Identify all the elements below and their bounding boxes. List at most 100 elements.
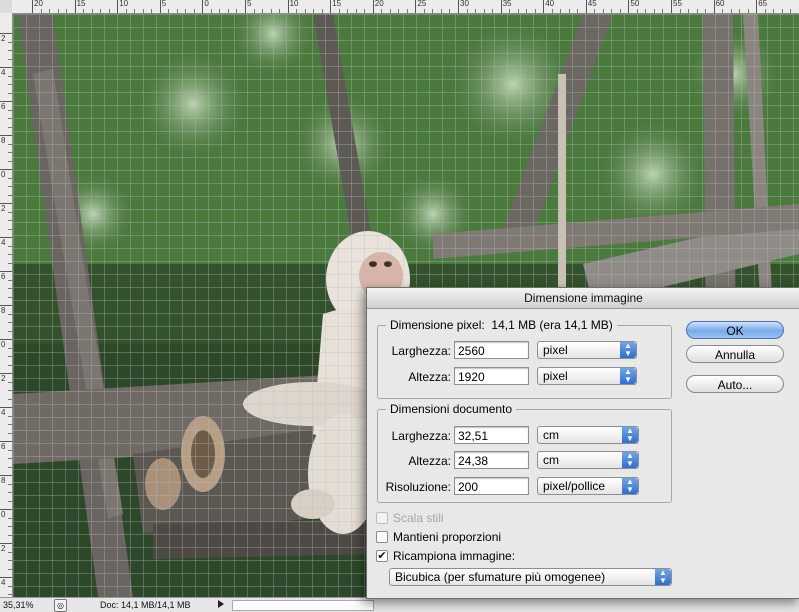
ruler-tick-label: 40: [545, 0, 555, 8]
ruler-minor-tick: [8, 228, 12, 230]
ruler-minor-tick: [568, 9, 570, 13]
pixel-width-label: Larghezza:: [391, 344, 451, 358]
ruler-tick-label: 45: [587, 0, 597, 8]
ruler-major-tick: [756, 0, 758, 13]
ruler-major-tick: [0, 101, 12, 102]
ruler-minor-tick: [338, 9, 340, 13]
ruler-major-tick: [0, 407, 12, 408]
ruler-minor-tick: [8, 160, 12, 162]
ruler-minor-tick: [611, 9, 613, 13]
ruler-tick-label: 65: [758, 0, 768, 8]
ruler-major-tick: [74, 0, 76, 13]
ok-button[interactable]: OK: [686, 321, 784, 339]
ruler-major-tick: [628, 0, 630, 13]
resample-method-select[interactable]: Bicubica (per sfumature più omogenee) ▲ ▼: [389, 568, 672, 586]
ruler-minor-tick: [8, 390, 12, 391]
ruler-minor-tick: [279, 9, 281, 13]
ruler-minor-tick: [8, 152, 12, 153]
doc-height-label: Altezza:: [408, 454, 451, 468]
constrain-proportions-checkbox[interactable]: [376, 531, 388, 543]
ruler-major-tick: [0, 237, 12, 238]
ruler-minor-tick: [304, 9, 306, 13]
resample-checkbox[interactable]: ✔: [376, 550, 388, 562]
ruler-minor-tick: [773, 9, 775, 13]
ruler-minor-tick: [193, 9, 195, 13]
ruler-minor-tick: [321, 9, 323, 13]
auto-button[interactable]: Auto...: [686, 375, 784, 393]
ruler-minor-tick: [8, 262, 12, 264]
ruler-tick-label: 15: [332, 0, 342, 8]
ruler-minor-tick: [662, 9, 664, 13]
ruler-major-tick: [543, 0, 545, 13]
ruler-minor-tick: [440, 9, 442, 13]
ruler-minor-tick: [57, 9, 59, 13]
horizontal-scrollbar[interactable]: [232, 600, 374, 611]
scale-styles-checkbox[interactable]: [376, 512, 388, 524]
ruler-minor-tick: [8, 585, 12, 587]
ruler-major-tick: [0, 441, 12, 442]
ruler-minor-tick: [66, 9, 68, 13]
ruler-minor-tick: [8, 143, 12, 145]
ruler-tick-label: 20: [34, 0, 43, 8]
resolution-unit-select[interactable]: pixel/pollice ▲ ▼: [537, 477, 639, 495]
horizontal-ruler: 20 15 10 5 0 5 10 15 20 25 30 35 40 45 50 55 60 65: [12, 0, 799, 14]
ruler-major-tick: [117, 0, 119, 13]
pixel-height-unit-select[interactable]: pixel ▲ ▼: [537, 367, 637, 385]
ruler-major-tick: [287, 0, 289, 13]
ruler-minor-tick: [8, 551, 12, 553]
doc-height-input[interactable]: 24,38: [454, 451, 529, 469]
zoom-level[interactable]: 35,31%: [3, 600, 34, 610]
ruler-minor-tick: [8, 500, 12, 502]
ruler-minor-tick: [8, 364, 12, 366]
resolution-input[interactable]: 200: [454, 477, 529, 495]
dialog-title: Dimensione immagine: [367, 288, 799, 309]
ruler-minor-tick: [619, 9, 621, 13]
ruler-minor-tick: [313, 9, 315, 13]
ruler-minor-tick: [8, 356, 12, 357]
pixel-dimensions-group: Dimensione pixel: 14,1 MB (era 14,1 MB): [377, 318, 672, 399]
ruler-tick-label: 35: [502, 0, 512, 8]
ruler-major-tick: [372, 0, 374, 13]
ruler-major-tick: [32, 0, 33, 13]
pixel-width-input[interactable]: 2560: [454, 341, 529, 359]
ruler-minor-tick: [381, 9, 383, 13]
ruler-major-tick: [0, 475, 12, 476]
ruler-minor-tick: [49, 9, 51, 13]
doc-width-input[interactable]: 32,51: [454, 426, 529, 444]
select-arrows-icon: ▲ ▼: [622, 452, 638, 468]
doc-height-unit-select[interactable]: cm ▲ ▼: [537, 451, 639, 469]
ruler-minor-tick: [8, 220, 12, 221]
ruler-major-tick: [0, 169, 12, 170]
ruler-major-tick: [713, 0, 715, 13]
ruler-minor-tick: [8, 347, 12, 349]
ruler-minor-tick: [8, 560, 12, 561]
status-menu-arrow-icon[interactable]: [218, 600, 224, 608]
ruler-minor-tick: [8, 330, 12, 332]
ruler-major-tick: [0, 305, 12, 306]
ruler-minor-tick: [8, 424, 12, 425]
pixel-height-input[interactable]: 1920: [454, 367, 529, 385]
ruler-minor-tick: [8, 398, 12, 400]
ruler-minor-tick: [517, 9, 519, 13]
ruler-major-tick: [415, 0, 417, 13]
document-info-icon[interactable]: ◎: [54, 599, 67, 612]
constrain-proportions-label: Mantieni proporzioni: [393, 530, 502, 544]
ruler-minor-tick: [8, 432, 12, 434]
ruler-minor-tick: [679, 9, 681, 13]
ruler-tick-label: 0: [204, 0, 209, 8]
ruler-minor-tick: [8, 483, 12, 485]
select-arrows-icon: ▲ ▼: [655, 569, 671, 585]
ruler-minor-tick: [636, 9, 638, 13]
doc-width-unit-select[interactable]: cm ▲ ▼: [537, 426, 639, 444]
pixel-width-unit-select[interactable]: pixel ▲ ▼: [537, 341, 637, 359]
ruler-minor-tick: [577, 9, 579, 13]
cancel-button[interactable]: Annulla: [686, 345, 784, 363]
ruler-minor-tick: [8, 449, 12, 451]
ruler-minor-tick: [475, 9, 477, 13]
ruler-minor-tick: [8, 322, 12, 323]
ruler-minor-tick: [764, 9, 766, 13]
pixel-dimensions-legend: Dimensione pixel: 14,1 MB (era 14,1 MB): [386, 318, 617, 332]
ruler-major-tick: [500, 0, 502, 13]
ruler-minor-tick: [236, 9, 238, 13]
ruler-minor-tick: [551, 9, 553, 13]
